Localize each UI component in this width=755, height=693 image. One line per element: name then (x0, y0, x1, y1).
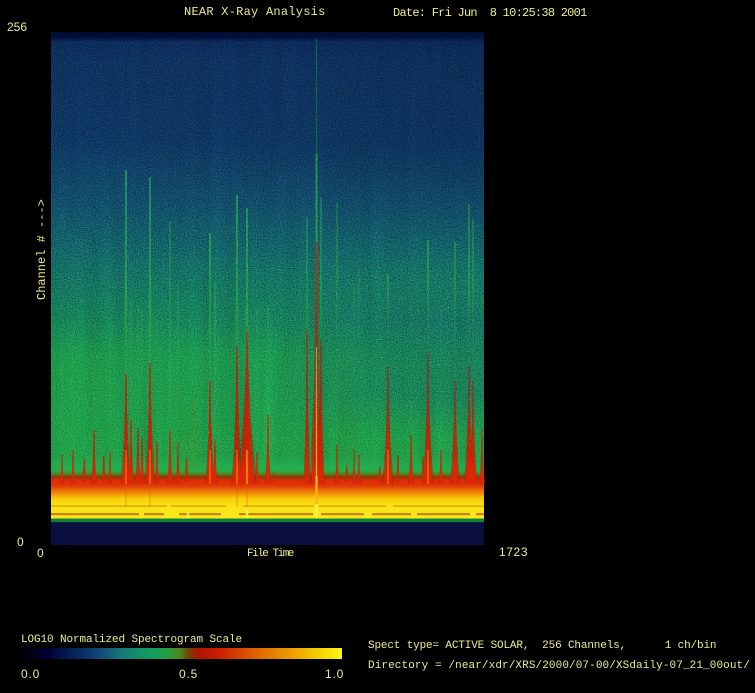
svg-text:0.0: 0.0 (21, 667, 40, 681)
svg-text:Spect type= ACTIVE SOLAR, 256: Spect type= ACTIVE SOLAR, 256 Channels, … (368, 640, 716, 652)
svg-text:1723: 1723 (499, 545, 528, 559)
svg-text:File Time: File Time (247, 548, 294, 560)
svg-text:NEAR X-Ray Analysis: NEAR X-Ray Analysis (184, 5, 326, 19)
svg-text:Channel # --->: Channel # ---> (35, 199, 49, 300)
svg-text:0.5: 0.5 (179, 667, 198, 681)
svg-text:Directory = /near/xdr/XRS/2000: Directory = /near/xdr/XRS/2000/07-00/XSd… (368, 660, 750, 672)
svg-text:Date: Fri Jun 8 10:25:38 2001: Date: Fri Jun 8 10:25:38 2001 (393, 6, 587, 20)
svg-text:0: 0 (37, 546, 44, 560)
svg-text:LOG10 Normalized Spectrogram S: LOG10 Normalized Spectrogram Scale (21, 634, 242, 646)
svg-text:1.0: 1.0 (325, 667, 344, 681)
svg-text:0: 0 (17, 535, 24, 549)
svg-text:256: 256 (7, 20, 27, 34)
